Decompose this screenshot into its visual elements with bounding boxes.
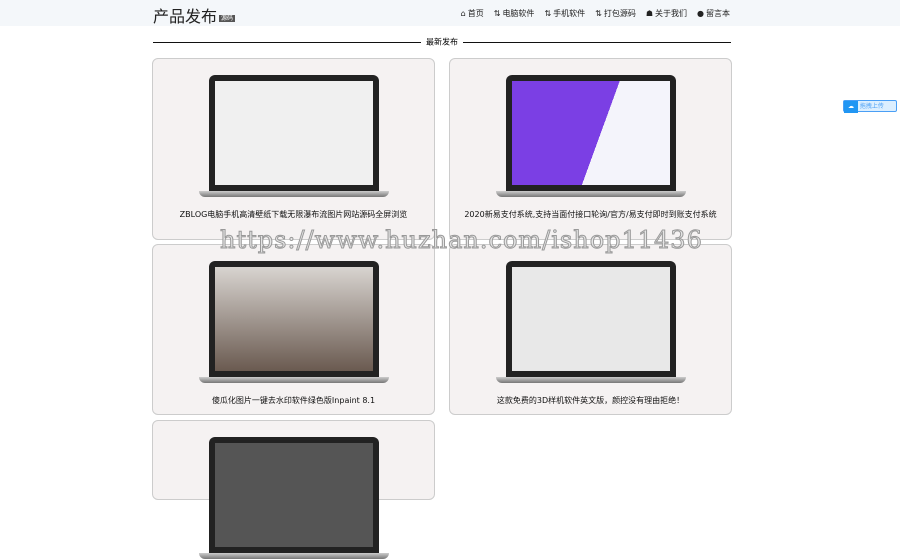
sort-icon: ⇅ bbox=[595, 9, 602, 18]
post-card[interactable]: 这款免费的3D样机软件英文版，颜控没有理由拒绝！ bbox=[449, 244, 732, 415]
sort-icon: ⇅ bbox=[493, 9, 501, 18]
nav-mobile-software[interactable]: ⇅ 手机软件 bbox=[544, 8, 585, 19]
laptop-thumbnail bbox=[198, 261, 389, 383]
laptop-thumbnail bbox=[198, 437, 389, 559]
logo-text: 产品发布 bbox=[153, 7, 218, 26]
post-card[interactable]: 2020新易支付系统,支持当面付接口轮询/官方/易支付即时到账支付系统 bbox=[449, 58, 732, 240]
upload-button[interactable]: ☁ 拖拽上传 bbox=[843, 100, 897, 113]
laptop-thumbnail bbox=[495, 261, 686, 383]
post-title[interactable]: 2020新易支付系统,支持当面付接口轮询/官方/易支付即时到账支付系统 bbox=[460, 209, 721, 221]
post-card[interactable]: ZBLOG电脑手机高清壁纸下载无限瀑布流图片网站源码全屏浏览 bbox=[152, 58, 435, 240]
logo-badge: 源码 bbox=[219, 15, 236, 22]
post-title[interactable]: ZBLOG电脑手机高清壁纸下载无限瀑布流图片网站源码全屏浏览 bbox=[163, 209, 424, 221]
sort-icon: ⇅ bbox=[544, 9, 552, 18]
post-card[interactable]: 傻瓜化图片一键去水印软件绿色版Inpaint 8.1 bbox=[152, 244, 435, 415]
nav-home[interactable]: ⌂ 首页 bbox=[461, 8, 484, 19]
home-icon: ⌂ bbox=[460, 9, 466, 18]
laptop-thumbnail bbox=[495, 75, 686, 197]
users-icon: ☗ bbox=[645, 9, 654, 18]
nav-about[interactable]: ☗ 关于我们 bbox=[646, 8, 687, 19]
nav-label: 手机软件 bbox=[553, 9, 586, 18]
site-logo[interactable]: 产品发布 源码 bbox=[153, 3, 236, 27]
nav-label: 打包源码 bbox=[603, 9, 636, 18]
laptop-thumbnail bbox=[198, 75, 389, 197]
post-title[interactable]: 这款免费的3D样机软件英文版，颜控没有理由拒绝！ bbox=[460, 395, 721, 407]
nav-label: 电脑软件 bbox=[502, 9, 535, 18]
nav-guestbook[interactable]: ● 留言本 bbox=[697, 8, 730, 19]
nav-label: 首页 bbox=[467, 9, 484, 18]
header: 产品发布 源码 ⌂ 首页 ⇅ 电脑软件 ⇅ 手机软件 ⇅ 打包源码 ☗ 关于我们 ● 留言本 bbox=[0, 0, 900, 26]
nav-source-code[interactable]: ⇅ 打包源码 bbox=[595, 8, 636, 19]
post-card[interactable] bbox=[152, 420, 435, 559]
comment-icon: ● bbox=[697, 9, 704, 18]
nav-pc-software[interactable]: ⇅ 电脑软件 bbox=[494, 8, 535, 19]
section-title: 最新发布 bbox=[421, 36, 463, 48]
main-nav: ⌂ 首页 ⇅ 电脑软件 ⇅ 手机软件 ⇅ 打包源码 ☗ 关于我们 ● 留言本 bbox=[461, 8, 730, 19]
nav-label: 关于我们 bbox=[655, 9, 688, 18]
watermark: https://www.huzhan.com/ishop11436 bbox=[220, 226, 703, 255]
upload-label: 拖拽上传 bbox=[859, 103, 884, 110]
cloud-icon: ☁ bbox=[844, 101, 858, 113]
post-title[interactable]: 傻瓜化图片一键去水印软件绿色版Inpaint 8.1 bbox=[163, 395, 424, 407]
nav-label: 留言本 bbox=[706, 9, 730, 18]
section-divider: 最新发布 bbox=[153, 36, 731, 48]
